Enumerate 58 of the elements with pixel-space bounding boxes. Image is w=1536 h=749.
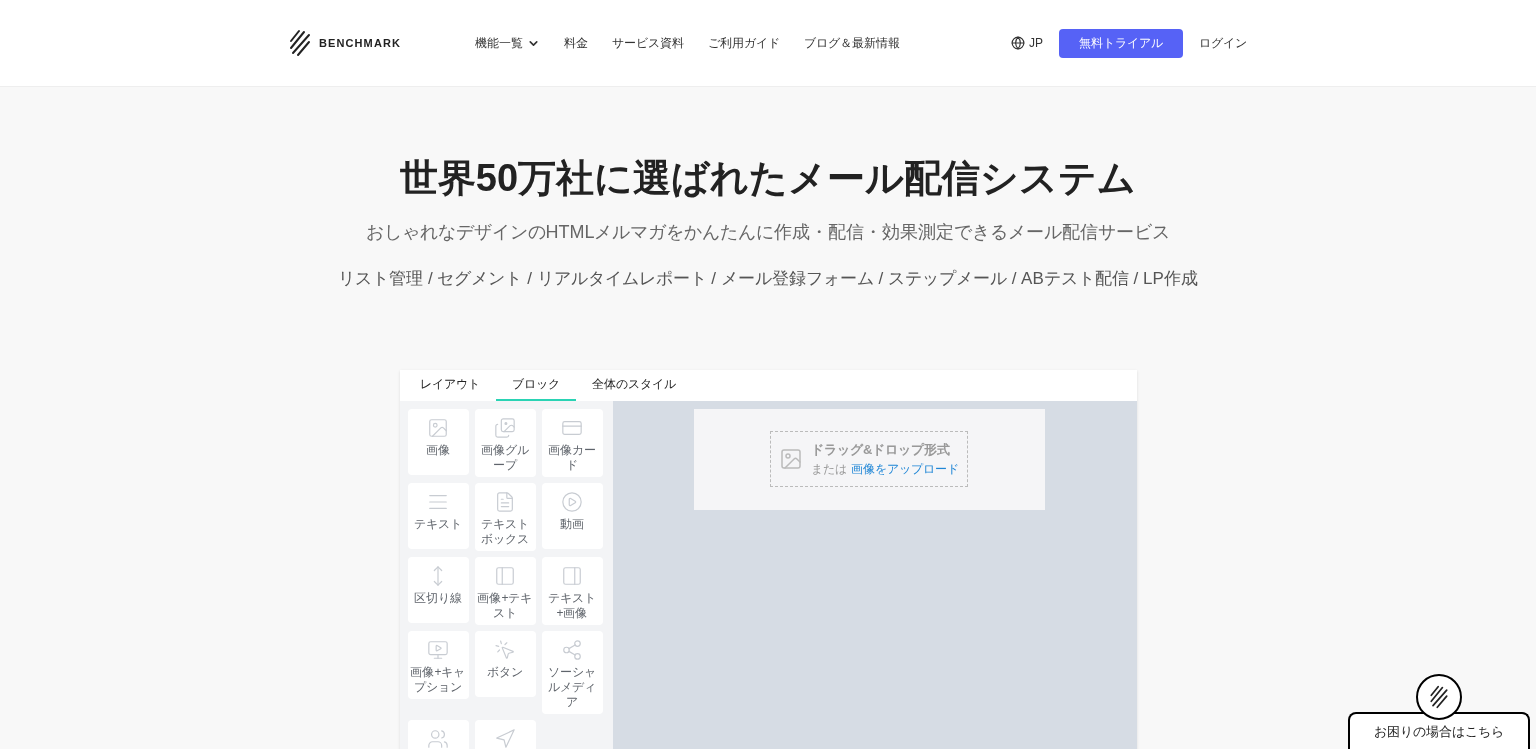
logo-icon (289, 29, 311, 57)
image-icon (427, 416, 449, 439)
image-icon (779, 447, 803, 471)
block-label: 画像+テキスト (476, 590, 534, 621)
nav-link[interactable]: 料金 (564, 34, 588, 52)
block-label: 動画 (560, 516, 584, 532)
block-label: 画像カード (547, 442, 597, 473)
hero-title: 世界50万社に選ばれたメール配信システム (399, 156, 1137, 201)
trial-button[interactable]: 無料トライアル (1059, 28, 1183, 58)
language-link[interactable]: JP (1011, 34, 1043, 52)
share-icon (561, 638, 583, 661)
block-tile[interactable]: テキストボックス (474, 482, 536, 551)
play-icon (561, 490, 583, 513)
block-tile[interactable]: 画像+キャプション (407, 630, 469, 699)
panel-icon (561, 564, 583, 587)
nav-link[interactable]: ご利用ガイド (708, 34, 780, 52)
block-tile[interactable]: ソーシャルメディア (541, 630, 603, 714)
help-logo-badge[interactable] (1416, 674, 1462, 720)
help-button[interactable]: お困りの場合はこちら (1348, 712, 1530, 749)
block-label: 区切り線 (414, 590, 462, 606)
nav-link[interactable]: ブログ＆最新情報 (804, 34, 900, 52)
drop-zone-title: ドラッグ&ドロップ形式 (811, 441, 952, 460)
logo-icon (1428, 685, 1450, 709)
monitor-icon (427, 638, 449, 661)
block-tile[interactable]: 動画 (541, 482, 603, 549)
users-icon (427, 727, 449, 749)
block-tile[interactable]: 画像グループ (474, 408, 536, 477)
block-label: テキスト+画像 (547, 590, 597, 621)
block-label: 画像 (426, 442, 450, 458)
block-label: ソーシャルメディア (547, 664, 597, 710)
block-tile[interactable]: 画像+テキスト (474, 556, 536, 625)
feature-list: リスト管理 / セグメント / リアルタイムレポート / メール登録フォーム / ステップメール / ABテスト配信 / LP作成 (338, 266, 1198, 292)
block-label: 画像グループ (480, 442, 530, 473)
block-tile[interactable]: テキスト (407, 482, 469, 549)
logo-text: BENCHMARK (319, 35, 401, 51)
hero-subtitle: おしゃれなデザインのHTMLメルマガをかんたんに作成・配信・効果測定できるメール配信サービス (365, 221, 1171, 244)
editor-tab[interactable]: 全体のスタイル (575, 369, 692, 401)
block-label: テキストボックス (480, 516, 530, 547)
block-label: テキスト (414, 516, 462, 532)
block-tile[interactable]: 画像カード (541, 408, 603, 477)
block-label: 画像+キャプション (409, 664, 467, 695)
upload-link[interactable]: 画像をアップロード (851, 459, 959, 478)
block-tile[interactable]: テキスト+画像 (541, 556, 603, 625)
navigation-icon (494, 727, 516, 749)
block-tile[interactable]: 区切り線 (407, 556, 469, 623)
editor-tab[interactable]: レイアウト (403, 369, 496, 401)
drop-zone-hint: または (811, 460, 847, 478)
panel-icon (494, 564, 516, 587)
pointer-icon (494, 638, 516, 661)
block-tile[interactable]: 画像 (407, 408, 469, 475)
login-link[interactable]: ログイン (1199, 34, 1247, 52)
globe-icon (1011, 36, 1025, 50)
nav-link[interactable]: 機能一覧 (475, 34, 540, 52)
block-tile[interactable]: ボタン (474, 630, 536, 697)
images-icon (494, 416, 516, 439)
nav-link[interactable]: サービス資料 (612, 34, 684, 52)
document-icon (494, 490, 516, 513)
block-label: ボタン (487, 664, 523, 680)
